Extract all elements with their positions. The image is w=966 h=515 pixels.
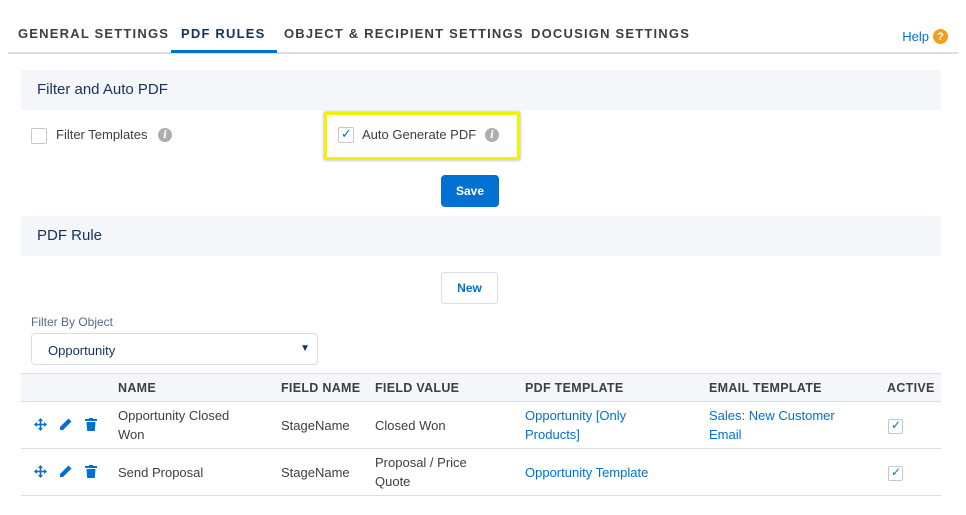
table-header: NAME FIELD NAME FIELD VALUE PDF TEMPLATE… (21, 373, 941, 402)
selected-object: Opportunity (48, 343, 116, 358)
pdf-template-line: Products] (525, 427, 580, 442)
col-name: NAME (118, 381, 157, 395)
col-field-name: FIELD NAME (281, 381, 361, 395)
email-template-line: Email (709, 427, 742, 442)
field-name: StageName (281, 465, 350, 480)
field-value-line: Proposal / Price (375, 455, 467, 470)
section-title: Filter and Auto PDF (37, 81, 168, 98)
active-checkbox[interactable] (888, 418, 903, 434)
email-template-line: Sales: New Customer (709, 408, 835, 423)
delete-icon[interactable] (85, 465, 97, 478)
help-icon: ? (933, 29, 948, 44)
email-template-link[interactable]: Sales: New Customer Email (709, 406, 835, 444)
pdf-template-line: Opportunity [Only (525, 408, 627, 423)
field-value-line: Quote (375, 474, 411, 489)
edit-icon[interactable] (59, 465, 72, 478)
tab-general-settings[interactable]: GENERAL SETTINGS (18, 26, 169, 41)
help-label: Help (902, 29, 929, 44)
pdf-rule-header: PDF Rule (21, 216, 941, 256)
rule-name-line: Won (118, 427, 145, 442)
tab-bar: GENERAL SETTINGS PDF RULES OBJECT & RECI… (8, 0, 958, 54)
active-tab-indicator (171, 50, 277, 53)
rule-name-line: Send Proposal (118, 465, 204, 480)
tab-pdf-rules[interactable]: PDF RULES (181, 26, 265, 41)
filter-auto-pdf-header: Filter and Auto PDF (21, 70, 941, 110)
tab-docusign-settings[interactable]: DOCUSIGN SETTINGS (531, 26, 690, 41)
field-value: Closed Won (375, 416, 446, 435)
filter-templates-checkbox[interactable] (31, 128, 47, 144)
move-icon[interactable] (34, 465, 47, 478)
filter-by-object-select[interactable]: Opportunity ▼ (31, 333, 318, 365)
filter-templates-info-icon[interactable]: i (158, 128, 172, 142)
field-name: StageName (281, 418, 350, 433)
chevron-down-icon: ▼ (300, 343, 310, 354)
rule-name-line: Opportunity Closed (118, 408, 230, 423)
save-button[interactable]: Save (441, 175, 499, 207)
pdf-template-link[interactable]: Opportunity [Only Products] (525, 406, 626, 444)
field-value-line: Closed Won (375, 418, 446, 433)
edit-icon[interactable] (59, 418, 72, 431)
table-row: Opportunity Closed Won StageName Closed … (21, 402, 941, 449)
new-rule-button[interactable]: New (441, 272, 498, 304)
tab-object-recipient-settings[interactable]: OBJECT & RECIPIENT SETTINGS (284, 26, 524, 41)
field-value: Proposal / Price Quote (375, 453, 467, 491)
filter-by-object-label: Filter By Object (31, 315, 114, 329)
section-title: PDF Rule (37, 227, 103, 244)
col-email-template: EMAIL TEMPLATE (709, 381, 822, 395)
highlight-box (324, 112, 520, 160)
rule-name: Send Proposal (118, 463, 203, 482)
filter-templates-label: Filter Templates (56, 127, 148, 142)
table-row: Send Proposal StageName Proposal / Price… (21, 449, 941, 496)
col-active: ACTIVE (887, 381, 935, 395)
pdf-template-link[interactable]: Opportunity Template (525, 463, 648, 482)
pdf-template-line: Opportunity Template (525, 465, 649, 480)
move-icon[interactable] (34, 418, 47, 431)
col-field-value: FIELD VALUE (375, 381, 460, 395)
col-pdf-template: PDF TEMPLATE (525, 381, 624, 395)
active-checkbox[interactable] (888, 465, 903, 481)
delete-icon[interactable] (85, 418, 97, 431)
help-link[interactable]: Help ? (902, 29, 948, 44)
rule-name: Opportunity Closed Won (118, 406, 229, 444)
